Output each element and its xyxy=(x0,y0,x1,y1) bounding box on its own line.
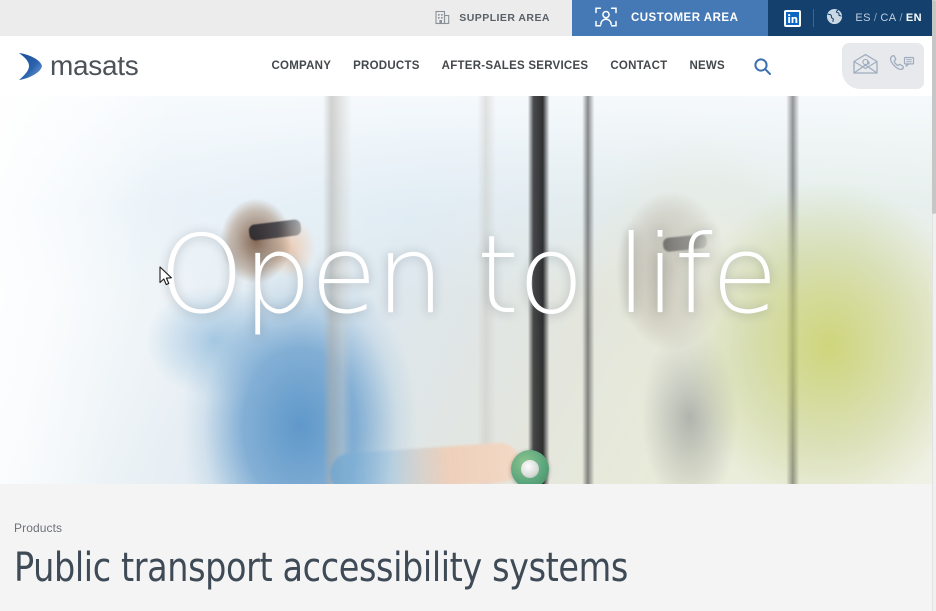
site-header: masats COMPANY PRODUCTS AFTER-SALES SERV… xyxy=(0,36,936,96)
search-icon[interactable] xyxy=(753,57,772,76)
nav-item-contact[interactable]: CONTACT xyxy=(610,60,667,72)
masats-wing-logo-icon xyxy=(16,49,46,83)
hero-banner: Open to life xyxy=(0,96,936,484)
nav-item-after-sales-services[interactable]: AFTER-SALES SERVICES xyxy=(442,60,589,72)
hero-background-image xyxy=(0,96,936,484)
globe-icon[interactable] xyxy=(826,8,843,28)
social-language-group: ES / CA / EN xyxy=(768,0,936,36)
logo-text: masats xyxy=(50,50,139,81)
nav-item-products[interactable]: PRODUCTS xyxy=(353,60,420,72)
email-envelope-icon[interactable] xyxy=(852,53,879,80)
supplier-area-button[interactable]: SUPPLIER AREA xyxy=(421,0,572,36)
topbar-left-spacer xyxy=(0,0,421,36)
breadcrumb[interactable]: Products xyxy=(14,521,936,535)
hero-accessibility-button-detail xyxy=(511,450,549,484)
page-title: Public transport accessibility systems xyxy=(14,545,628,591)
phone-chat-icon[interactable] xyxy=(888,53,915,80)
lang-option-ca[interactable]: CA xyxy=(880,12,896,24)
scrollbar-thumb[interactable] xyxy=(932,0,936,214)
linkedin-icon[interactable] xyxy=(784,9,802,27)
supplier-building-icon xyxy=(435,9,450,28)
lang-option-en[interactable]: EN xyxy=(906,12,922,24)
top-utility-bar: SUPPLIER AREA CUSTOMER AREA ES / CA / EN xyxy=(0,0,936,36)
lang-separator-1: / xyxy=(873,12,878,24)
nav-item-news[interactable]: NEWS xyxy=(689,60,725,72)
lang-option-es[interactable]: ES xyxy=(855,12,870,24)
page-scrollbar[interactable] xyxy=(932,0,936,611)
nav-item-company[interactable]: COMPANY xyxy=(271,60,331,72)
page-root: SUPPLIER AREA CUSTOMER AREA ES / CA / EN… xyxy=(0,0,936,611)
language-selector[interactable]: ES / CA / EN xyxy=(855,12,922,24)
supplier-area-label: SUPPLIER AREA xyxy=(459,12,550,24)
customer-area-button[interactable]: CUSTOMER AREA xyxy=(571,0,769,36)
customer-person-scan-icon xyxy=(594,5,618,32)
logo-link[interactable]: masats xyxy=(16,49,139,83)
topbar-divider xyxy=(813,9,815,27)
quick-contact-box xyxy=(842,43,924,89)
lang-separator-2: / xyxy=(899,12,903,24)
main-navigation: COMPANY PRODUCTS AFTER-SALES SERVICES CO… xyxy=(271,57,772,76)
customer-area-label: CUSTOMER AREA xyxy=(630,12,739,24)
page-intro-section: Products Public transport accessibility … xyxy=(0,484,936,611)
